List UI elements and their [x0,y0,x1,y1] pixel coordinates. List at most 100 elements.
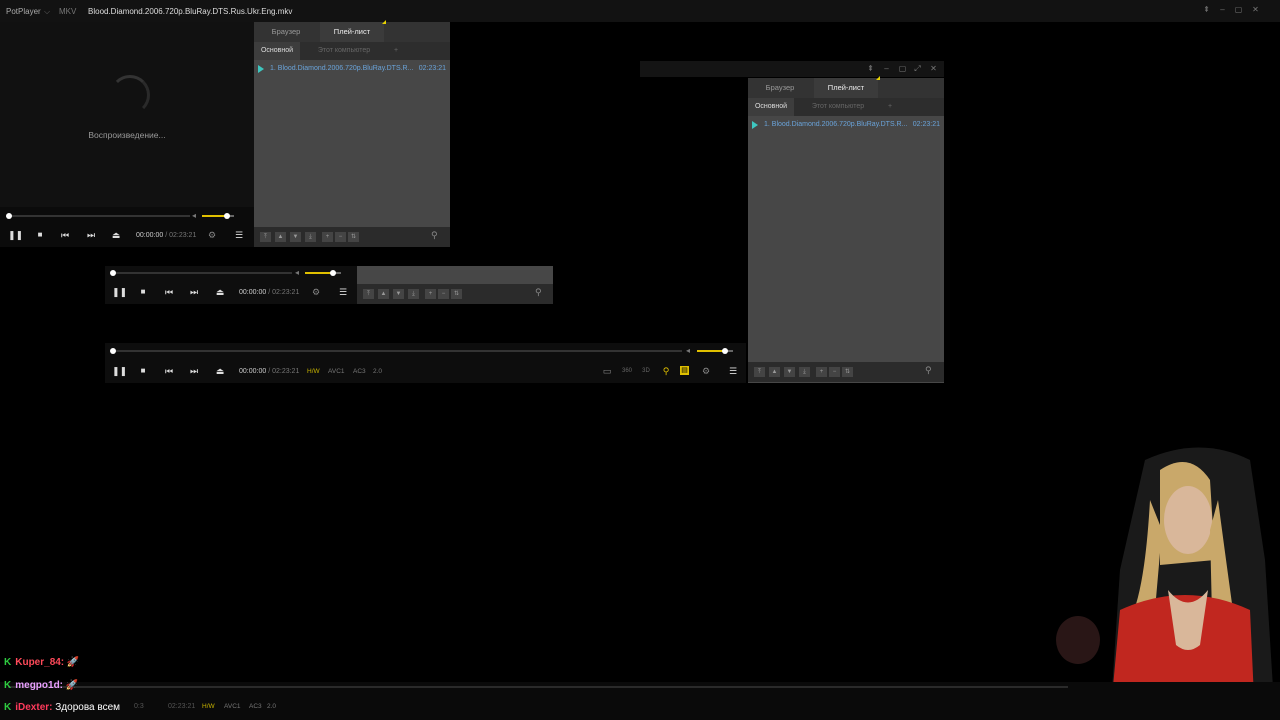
tab-browser[interactable]: Браузер [254,22,318,42]
audio-codec-badge[interactable]: AC3 [353,368,366,375]
volume-icon[interactable]: ◂ [682,345,694,357]
tab-playlist[interactable]: Плей-лист [814,78,878,98]
previous-button[interactable]: ⏮ [163,286,175,298]
seek-handle[interactable] [6,213,12,219]
volume-icon[interactable]: ◂ [291,267,303,279]
subtitle-icon[interactable]: ▤ [680,366,689,375]
seek-bar[interactable] [8,686,1068,688]
sort-button[interactable]: ⇅ [842,367,853,377]
volume-handle[interactable] [722,348,729,354]
seek-bar[interactable] [112,272,292,274]
remove-button[interactable]: − [438,289,449,299]
video-codec-badge[interactable]: AVC1 [328,368,345,375]
remove-button[interactable]: − [335,232,346,242]
sort-button[interactable]: ⇅ [348,232,359,242]
subtab-main[interactable]: Основной [748,98,794,116]
search-icon[interactable]: ⚲ [535,287,542,298]
app-name[interactable]: PotPlayer [6,7,41,16]
add-button[interactable]: + [425,289,436,299]
remove-button[interactable]: − [829,367,840,377]
maximize-icon[interactable]: ▢ [898,64,907,73]
stop-button[interactable]: ■ [34,229,46,241]
loading-spinner-icon [110,75,150,115]
add-subtab-button[interactable]: + [882,98,898,116]
menu-icon[interactable]: ☰ [233,229,245,241]
next-button[interactable]: ⏭ [188,365,200,377]
eject-button[interactable]: ⏏ [110,229,122,241]
move-bottom-button[interactable]: ⤓ [799,367,810,377]
pause-button[interactable]: ❚❚ [112,365,127,377]
vr-360-icon[interactable]: 360 [621,365,633,377]
search-icon[interactable]: ⚲ [925,365,932,376]
move-up-button[interactable]: ▲ [378,289,389,299]
video-codec-badge[interactable]: AVC1 [224,703,241,710]
volume-handle[interactable] [223,213,230,219]
next-button[interactable]: ⏭ [188,286,200,298]
video-area[interactable]: Воспроизведение... [0,22,254,226]
floating-window-titlebar[interactable]: ⇞ – ▢ ⤢ ✕ [640,61,944,77]
3d-icon[interactable]: 3D [640,365,652,377]
move-top-button[interactable]: ⤒ [363,289,374,299]
settings-gear-icon[interactable]: ⚙ [310,286,322,298]
app-menu-chevron-icon[interactable]: ⌵ [44,7,50,17]
subtab-main[interactable]: Основной [254,42,300,60]
move-down-button[interactable]: ▼ [393,289,404,299]
zoom-search-icon[interactable]: ⚲ [660,365,672,377]
menu-icon[interactable]: ☰ [337,286,349,298]
chat-text: 🚀 [65,680,79,691]
move-bottom-button[interactable]: ⤓ [305,232,316,242]
minimize-icon[interactable]: – [1218,5,1227,14]
pin-icon[interactable]: ⇞ [866,64,875,73]
chat-username: iDexter: [15,702,53,713]
monitor-icon[interactable]: ▭ [601,365,613,377]
add-subtab-button[interactable]: + [388,42,404,60]
pin-icon[interactable]: ⇞ [1202,5,1211,14]
subtab-this-computer[interactable]: Этот компьютер [804,98,872,116]
seek-handle[interactable] [110,270,116,276]
next-button[interactable]: ⏭ [85,229,97,241]
move-bottom-button[interactable]: ⤓ [408,289,419,299]
audio-channels-badge[interactable]: 2.0 [267,703,276,710]
move-top-button[interactable]: ⤒ [260,232,271,242]
subtab-this-computer[interactable]: Этот компьютер [310,42,378,60]
seek-bar[interactable] [112,350,682,352]
volume-icon[interactable]: ◂ [188,210,200,222]
move-up-button[interactable]: ▲ [275,232,286,242]
audio-codec-badge[interactable]: AC3 [249,703,262,710]
stop-button[interactable]: ■ [137,286,149,298]
eject-button[interactable]: ⏏ [214,365,226,377]
hw-decoding-badge[interactable]: H/W [307,368,320,375]
previous-button[interactable]: ⏮ [163,365,175,377]
playlist-item[interactable]: 1. Blood.Diamond.2006.720p.BluRay.DTS.R.… [258,64,446,75]
move-top-button[interactable]: ⤒ [754,367,765,377]
search-icon[interactable]: ⚲ [431,230,438,241]
chat-badge-icon: K [4,680,12,691]
seek-handle[interactable] [110,348,116,354]
stop-button[interactable]: ■ [137,365,149,377]
hw-decoding-badge[interactable]: H/W [202,703,215,710]
pause-button[interactable]: ❚❚ [8,229,23,241]
move-down-button[interactable]: ▼ [290,232,301,242]
tab-browser[interactable]: Браузер [748,78,812,98]
add-button[interactable]: + [816,367,827,377]
menu-icon[interactable]: ☰ [727,365,739,377]
playlist-item[interactable]: 1. Blood.Diamond.2006.720p.BluRay.DTS.R.… [752,120,940,131]
settings-gear-icon[interactable]: ⚙ [206,229,218,241]
seek-bar[interactable] [8,215,190,217]
move-up-button[interactable]: ▲ [769,367,780,377]
fullscreen-icon[interactable]: ⤢ [913,64,922,73]
add-button[interactable]: + [322,232,333,242]
settings-gear-icon[interactable]: ⚙ [700,365,712,377]
previous-button[interactable]: ⏮ [59,229,71,241]
tab-playlist[interactable]: Плей-лист [320,22,384,42]
maximize-icon[interactable]: ▢ [1234,5,1243,14]
close-icon[interactable]: ✕ [1251,5,1260,14]
close-icon[interactable]: ✕ [929,64,938,73]
move-down-button[interactable]: ▼ [784,367,795,377]
pause-button[interactable]: ❚❚ [112,286,127,298]
audio-channels-badge[interactable]: 2.0 [373,368,382,375]
volume-handle[interactable] [330,270,337,276]
eject-button[interactable]: ⏏ [214,286,226,298]
minimize-icon[interactable]: – [882,64,891,73]
sort-button[interactable]: ⇅ [451,289,462,299]
